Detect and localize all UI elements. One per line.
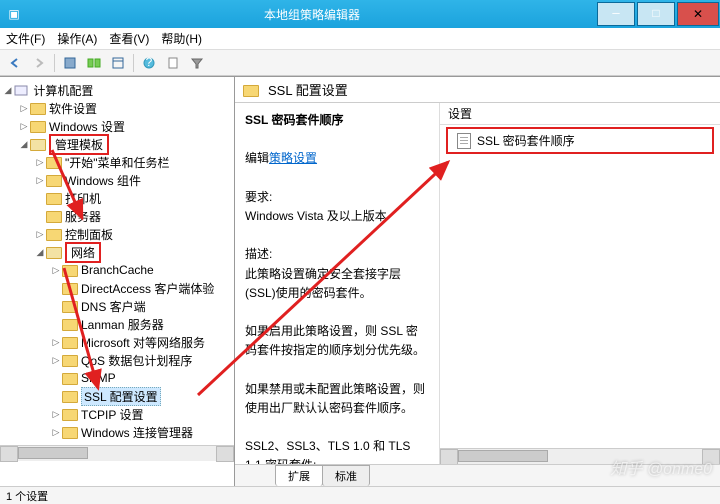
app-icon: ▣ <box>0 7 28 21</box>
tab-standard[interactable]: 标准 <box>322 465 370 486</box>
status-bar: 1 个设置 <box>0 486 720 504</box>
tab-extended[interactable]: 扩展 <box>275 465 323 486</box>
tree-dns-client[interactable]: DNS 客户端 <box>0 297 234 315</box>
menu-file[interactable]: 文件(F) <box>6 30 45 47</box>
tree-printer[interactable]: 打印机 <box>0 189 234 207</box>
back-button[interactable] <box>4 52 26 74</box>
menu-action[interactable]: 操作(A) <box>57 30 97 47</box>
tree-qos[interactable]: ▷QoS 数据包计划程序 <box>0 351 234 369</box>
description-pane: SSL 密码套件顺序 编辑策略设置 要求: Windows Vista 及以上版… <box>235 103 440 464</box>
right-header: SSL 配置设置 <box>235 77 720 103</box>
tree-software-settings[interactable]: ▷软件设置 <box>0 99 234 117</box>
close-button[interactable]: ✕ <box>677 2 719 26</box>
tree-root[interactable]: ◢ 计算机配置 <box>0 81 234 99</box>
titlebar: ▣ 本地组策略编辑器 ─ □ ✕ <box>0 0 720 28</box>
toolbar-icon-1[interactable] <box>59 52 81 74</box>
menu-view[interactable]: 查看(V) <box>109 30 149 47</box>
forward-button[interactable] <box>28 52 50 74</box>
edit-policy-link[interactable]: 策略设置 <box>269 151 317 165</box>
filter-icon[interactable] <box>186 52 208 74</box>
list-column-header[interactable]: 设置 <box>440 103 720 125</box>
tree-microsoft-peer[interactable]: ▷Microsoft 对等网络服务 <box>0 333 234 351</box>
tree-branchcache[interactable]: ▷BranchCache <box>0 261 234 279</box>
tree-pane[interactable]: ◢ 计算机配置 ▷软件设置 ▷Windows 设置 ◢管理模板 ▷"开始"菜单和… <box>0 77 235 486</box>
tree-hscroll[interactable] <box>0 445 234 461</box>
tree-snmp[interactable]: SNMP <box>0 369 234 387</box>
toolbar: ? <box>0 50 720 76</box>
settings-list[interactable]: 设置 SSL 密码套件顺序 <box>440 103 720 464</box>
tree-lanman[interactable]: Lanman 服务器 <box>0 315 234 333</box>
tree-windows-connmgr[interactable]: ▷Windows 连接管理器 <box>0 423 234 441</box>
minimize-button[interactable]: ─ <box>597 2 635 26</box>
menubar: 文件(F) 操作(A) 查看(V) 帮助(H) <box>0 28 720 50</box>
tree-network[interactable]: ◢网络 <box>0 243 234 261</box>
toolbar-icon-2[interactable] <box>83 52 105 74</box>
tree-windows-components[interactable]: ▷Windows 组件 <box>0 171 234 189</box>
svg-text:?: ? <box>146 56 153 69</box>
help-icon[interactable]: ? <box>138 52 160 74</box>
document-icon <box>457 133 471 149</box>
tree-admin-templates[interactable]: ◢管理模板 <box>0 135 234 153</box>
toolbar-icon-5[interactable] <box>162 52 184 74</box>
tree-directaccess[interactable]: DirectAccess 客户端体验 <box>0 279 234 297</box>
tree-windows-settings[interactable]: ▷Windows 设置 <box>0 117 234 135</box>
tree-ssl-config[interactable]: SSL 配置设置 <box>0 387 234 405</box>
toolbar-icon-3[interactable] <box>107 52 129 74</box>
right-header-title: SSL 配置设置 <box>268 80 348 99</box>
desc-title: SSL 密码套件顺序 <box>245 113 343 127</box>
tree-control-panel[interactable]: ▷控制面板 <box>0 225 234 243</box>
maximize-button[interactable]: □ <box>637 2 675 26</box>
window-title: 本地组策略编辑器 <box>28 6 596 23</box>
tree-start-menu[interactable]: ▷"开始"菜单和任务栏 <box>0 153 234 171</box>
watermark: 知乎 @onme0 <box>610 455 712 479</box>
menu-help[interactable]: 帮助(H) <box>161 30 202 47</box>
list-item-ssl-cipher[interactable]: SSL 密码套件顺序 <box>449 130 711 151</box>
right-pane: SSL 配置设置 SSL 密码套件顺序 编辑策略设置 要求: Windows V… <box>235 77 720 486</box>
tree-server[interactable]: 服务器 <box>0 207 234 225</box>
tree-tcpip[interactable]: ▷TCPIP 设置 <box>0 405 234 423</box>
